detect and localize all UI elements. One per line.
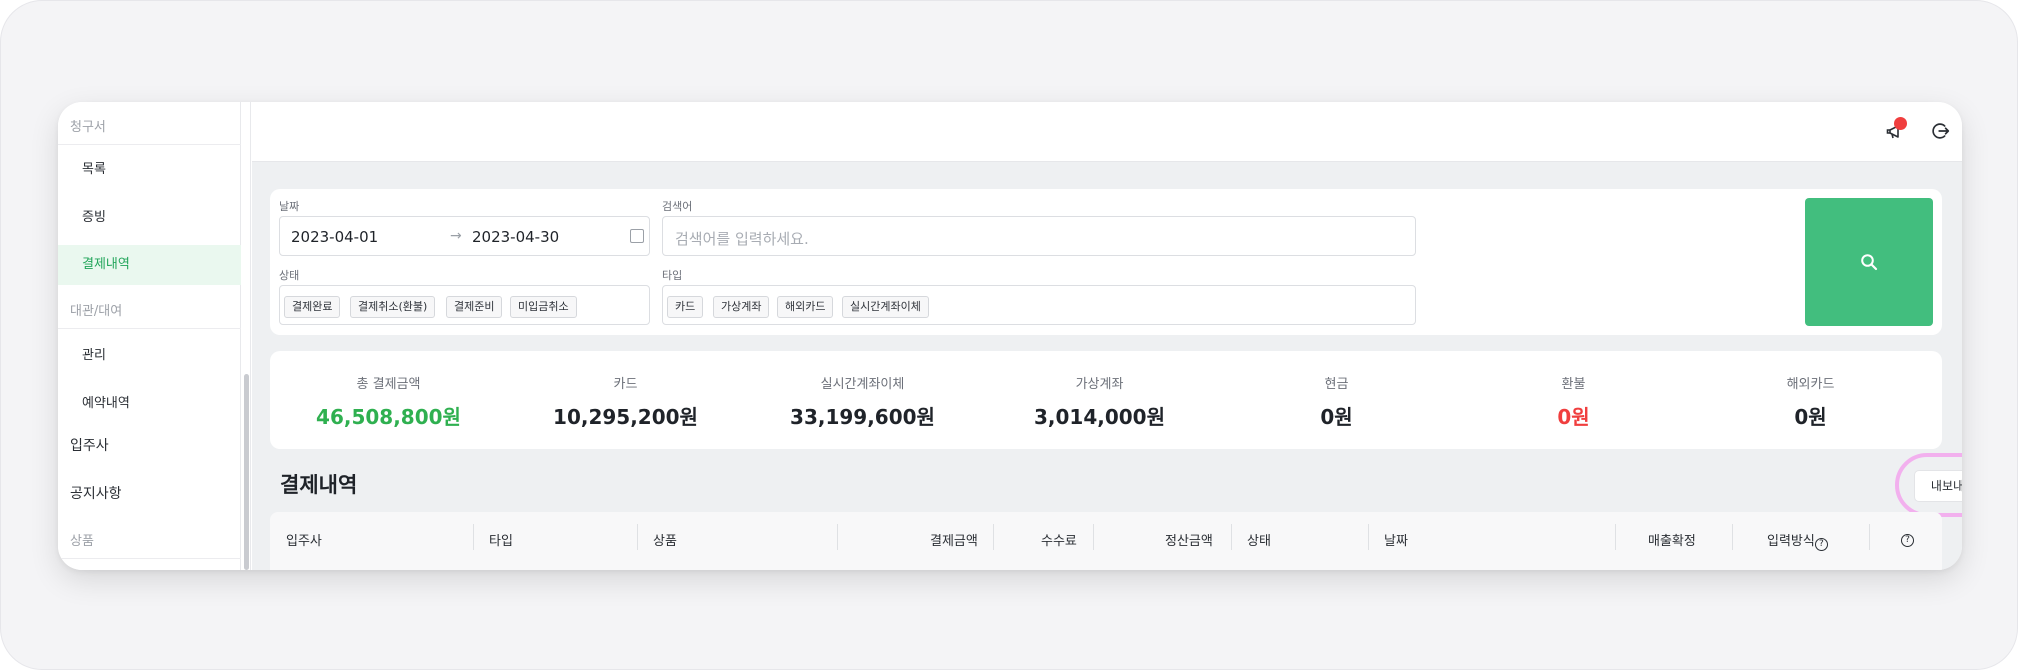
sidebar-item-payments[interactable]: 결제내역 bbox=[58, 245, 241, 285]
date-range-picker[interactable]: 2023-04-01 → 2023-04-30 bbox=[279, 216, 650, 256]
column-divider bbox=[837, 524, 838, 550]
type-label: 타입 bbox=[662, 269, 683, 282]
type-chip[interactable]: 카드 bbox=[667, 296, 704, 318]
summary-realtime-transfer: 실시간계좌이체 33,199,600원 bbox=[744, 373, 981, 430]
type-chip[interactable]: 해외카드 bbox=[777, 296, 834, 318]
help-icon[interactable]: ? bbox=[1814, 538, 1828, 551]
date-label: 날짜 bbox=[279, 200, 300, 213]
summary-label: 가상계좌 bbox=[1075, 377, 1124, 392]
status-label: 상태 bbox=[279, 269, 300, 282]
column-divider bbox=[993, 524, 994, 550]
summary-value: 10,295,200원 bbox=[553, 405, 698, 429]
summary-value: 0원 bbox=[1320, 405, 1353, 429]
date-end[interactable]: 2023-04-30 bbox=[472, 228, 559, 246]
search-placeholder: 검색어를 입력하세요. bbox=[675, 230, 809, 248]
status-chip[interactable]: 결제취소(환불) bbox=[350, 296, 436, 318]
summary-total: 총 결제금액 46,508,800원 bbox=[270, 373, 507, 430]
sidebar-divider bbox=[58, 558, 241, 559]
sidebar-item-list[interactable]: 목록 bbox=[58, 158, 241, 178]
page-title: 결제내역 bbox=[280, 473, 358, 497]
summary-cash: 현금 0원 bbox=[1218, 373, 1455, 430]
sidebar-section-rental: 대관/대여 bbox=[70, 304, 123, 319]
sidebar-section-products: 상품 bbox=[70, 534, 94, 549]
summary-virtual-account: 가상계좌 3,014,000원 bbox=[981, 373, 1218, 430]
main-content: 날짜 2023-04-01 → 2023-04-30 검색어 검색어를 입력하세… bbox=[252, 102, 1962, 570]
sidebar-divider bbox=[58, 144, 241, 145]
search-input[interactable]: 검색어를 입력하세요. bbox=[662, 216, 1416, 256]
column-header-product[interactable]: 상품 bbox=[653, 530, 677, 549]
summary-label: 카드 bbox=[613, 377, 638, 392]
type-filter[interactable]: 카드 가상계좌 해외카드 실시간계좌이체 bbox=[662, 285, 1416, 325]
summary-value: 33,199,600원 bbox=[790, 405, 935, 429]
column-divider bbox=[1615, 524, 1616, 550]
summary-refund: 환불 0원 bbox=[1455, 373, 1692, 430]
top-header bbox=[252, 102, 1962, 162]
column-divider bbox=[1231, 524, 1232, 550]
column-header-settlement[interactable]: 정산금액 bbox=[1165, 530, 1213, 549]
column-header-revenue-confirm[interactable]: 매출확정 bbox=[1648, 530, 1696, 549]
summary-value: 0원 bbox=[1557, 405, 1590, 429]
type-chip[interactable]: 가상계좌 bbox=[713, 296, 770, 318]
sidebar-section-invoice: 청구서 bbox=[70, 120, 106, 135]
app-window: 청구서 목록 증빙 결제내역 대관/대여 관리 예약내역 입주사 공지사항 상품 bbox=[58, 102, 1962, 570]
summary-value: 3,014,000원 bbox=[1033, 405, 1165, 429]
column-divider bbox=[1368, 524, 1369, 550]
column-divider bbox=[473, 524, 474, 550]
column-header-tenant[interactable]: 입주사 bbox=[286, 530, 322, 549]
column-divider bbox=[1869, 524, 1870, 550]
column-header-type[interactable]: 타입 bbox=[489, 530, 513, 549]
sidebar-item-reservations[interactable]: 예약내역 bbox=[58, 392, 241, 412]
logout-icon[interactable] bbox=[1930, 120, 1952, 142]
column-header-date[interactable]: 날짜 bbox=[1384, 530, 1408, 549]
column-divider bbox=[637, 524, 638, 550]
sidebar: 청구서 목록 증빙 결제내역 대관/대여 관리 예약내역 입주사 공지사항 상품 bbox=[58, 102, 241, 570]
status-chip[interactable]: 결제준비 bbox=[446, 296, 503, 318]
summary-label: 현금 bbox=[1324, 377, 1349, 392]
summary-label: 총 결제금액 bbox=[356, 377, 421, 392]
screenshot-frame: 청구서 목록 증빙 결제내역 대관/대여 관리 예약내역 입주사 공지사항 상품 bbox=[0, 0, 2018, 670]
search-icon bbox=[1861, 254, 1878, 271]
summary-label: 환불 bbox=[1561, 377, 1586, 392]
notification-badge bbox=[1894, 117, 1907, 130]
status-filter[interactable]: 결제완료 결제취소(환불) 결제준비 미입금취소 bbox=[279, 285, 650, 325]
table-header: 입주사 타입 상품 결제금액 수수료 정산금액 상태 날짜 매출확정 입력방식? bbox=[270, 512, 1942, 570]
column-divider bbox=[1093, 524, 1094, 550]
date-arrow-icon: → bbox=[450, 228, 462, 244]
sidebar-scrollbar-thumb[interactable] bbox=[244, 374, 249, 570]
search-label: 검색어 bbox=[662, 200, 693, 213]
summary-value: 46,508,800원 bbox=[316, 405, 461, 429]
column-header-amount[interactable]: 결제금액 bbox=[930, 530, 978, 549]
calendar-icon[interactable] bbox=[630, 229, 644, 243]
sidebar-item-manage[interactable]: 관리 bbox=[58, 344, 241, 364]
column-header-fee[interactable]: 수수료 bbox=[1041, 530, 1077, 549]
payment-summary: 총 결제금액 46,508,800원 카드 10,295,200원 실시간계좌이… bbox=[270, 351, 1942, 449]
status-chip[interactable]: 결제완료 bbox=[284, 296, 341, 318]
sidebar-divider bbox=[58, 328, 241, 329]
input-method-label: 입력방식 bbox=[1767, 534, 1815, 549]
filter-panel: 날짜 2023-04-01 → 2023-04-30 검색어 검색어를 입력하세… bbox=[270, 189, 1942, 335]
type-chip[interactable]: 실시간계좌이체 bbox=[842, 296, 929, 318]
sidebar-item-notices[interactable]: 공지사항 bbox=[58, 483, 241, 503]
sidebar-item-tenants[interactable]: 입주사 bbox=[58, 435, 241, 455]
column-divider bbox=[1732, 524, 1733, 550]
summary-value: 0원 bbox=[1794, 405, 1827, 429]
column-header-status[interactable]: 상태 bbox=[1247, 530, 1271, 549]
summary-card: 카드 10,295,200원 bbox=[507, 373, 744, 430]
export-button[interactable]: 내보내기 bbox=[1914, 470, 1962, 502]
summary-label: 실시간계좌이체 bbox=[820, 377, 905, 392]
date-start[interactable]: 2023-04-01 bbox=[291, 228, 378, 246]
summary-overseas-card: 해외카드 0원 bbox=[1692, 373, 1929, 430]
column-header-input-method[interactable]: 입력방식? bbox=[1767, 530, 1828, 551]
sidebar-item-evidence[interactable]: 증빙 bbox=[58, 206, 241, 226]
help-icon[interactable]: ? bbox=[1901, 534, 1914, 547]
search-button[interactable] bbox=[1805, 198, 1933, 326]
column-header-help[interactable]: ? bbox=[1901, 530, 1914, 547]
summary-label: 해외카드 bbox=[1786, 377, 1835, 392]
status-chip[interactable]: 미입금취소 bbox=[510, 296, 577, 318]
